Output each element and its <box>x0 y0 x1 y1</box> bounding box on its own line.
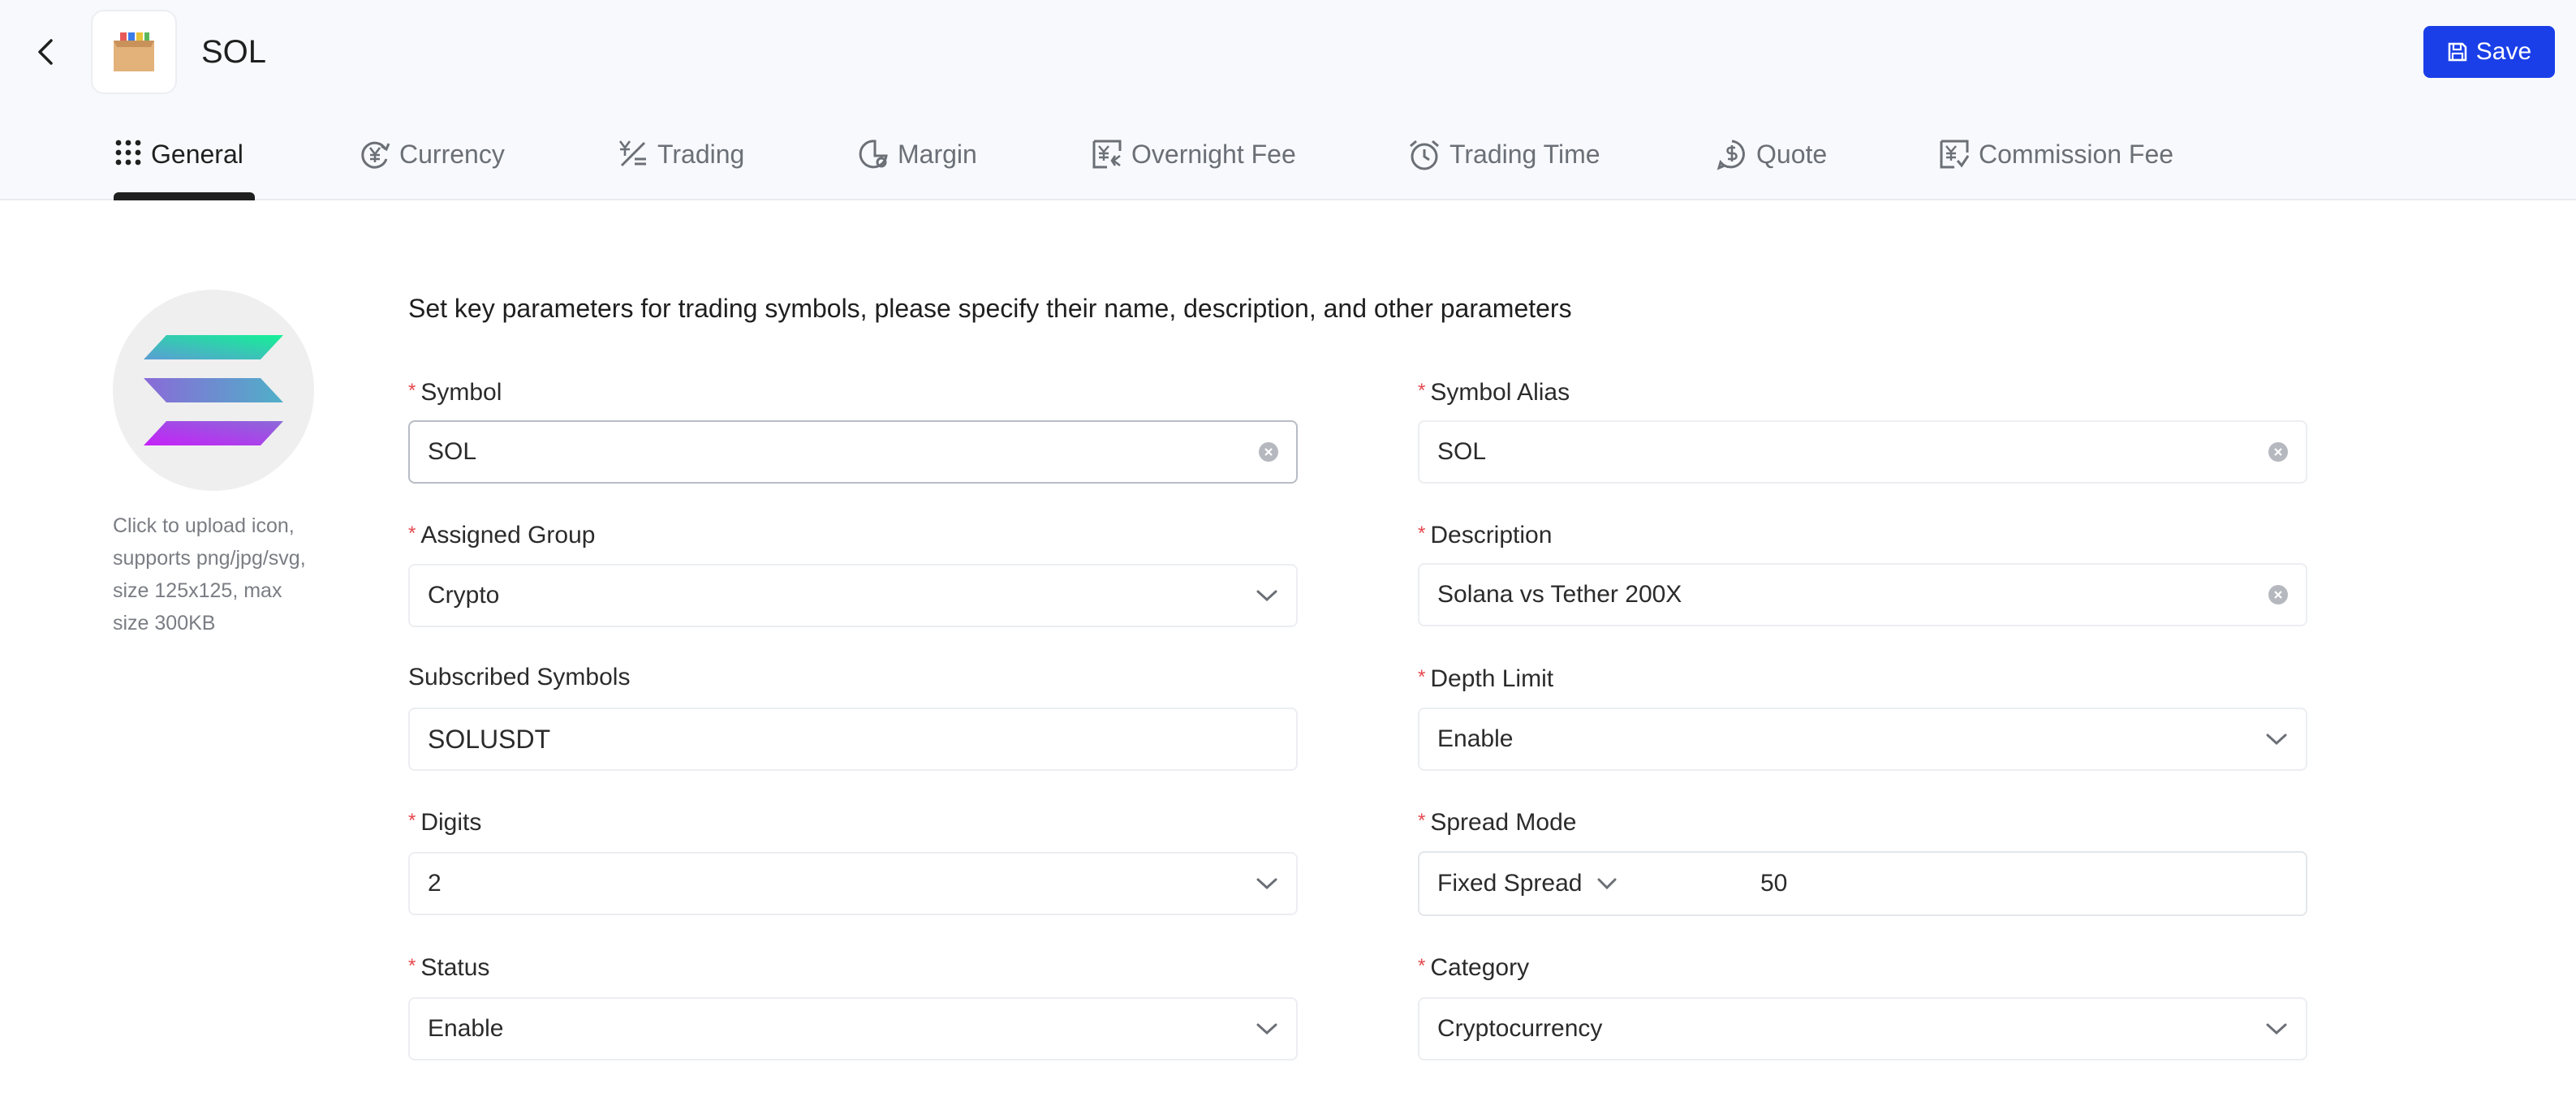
app-icon <box>91 10 177 94</box>
tab-overnight-fee[interactable]: Overnight Fee <box>1091 130 1296 200</box>
active-tab-indicator <box>114 192 255 200</box>
tab-label: Trading <box>657 140 745 169</box>
spread-value-input[interactable]: 50 <box>1744 870 2306 897</box>
tab-commission-fee[interactable]: Commission Fee <box>1938 130 2173 200</box>
spread-mode-select[interactable]: Fixed Spread <box>1419 870 1744 897</box>
tab-label: Trading Time <box>1450 140 1600 169</box>
currency-icon <box>361 141 390 169</box>
save-button[interactable]: Save <box>2423 26 2555 78</box>
alarm-clock-icon <box>1410 140 1439 170</box>
tab-label: General <box>151 140 243 169</box>
back-button[interactable] <box>29 32 62 71</box>
status-label: * Status <box>408 954 490 981</box>
tab-general[interactable]: General <box>114 130 255 200</box>
chevron-down-icon <box>2265 1022 2288 1035</box>
chevron-down-icon <box>1256 589 1278 602</box>
grid-icon <box>115 140 141 166</box>
tab-trading[interactable]: Trading <box>617 130 744 200</box>
overnight-fee-icon <box>1092 140 1122 169</box>
chevron-left-icon <box>38 39 53 65</box>
category-label: * Category <box>1418 954 1530 981</box>
tab-currency[interactable]: Currency <box>359 130 505 200</box>
clear-icon[interactable] <box>2268 585 2288 604</box>
section-title: Set key parameters for trading symbols, … <box>408 294 1572 323</box>
chevron-down-icon <box>2265 733 2288 746</box>
tab-label: Quote <box>1756 140 1828 169</box>
trading-icon <box>618 140 646 167</box>
tab-trading-time[interactable]: Trading Time <box>1407 130 1600 200</box>
box-icon <box>114 32 154 71</box>
description-input[interactable]: Solana vs Tether 200X <box>1418 563 2307 626</box>
tab-label: Commission Fee <box>1979 140 2174 169</box>
digits-select[interactable]: 2 <box>408 852 1298 915</box>
spread-mode-label: * Spread Mode <box>1418 809 1577 836</box>
description-label: * Description <box>1418 522 1553 548</box>
upload-hint: Click to upload icon, supports png/jpg/s… <box>113 514 306 635</box>
symbol-label: * Symbol <box>408 379 502 406</box>
tab-quote[interactable]: Quote <box>1716 130 1827 200</box>
status-select[interactable]: Enable <box>408 997 1298 1060</box>
clear-icon[interactable] <box>2268 442 2288 462</box>
quote-icon <box>1717 140 1745 170</box>
chevron-down-icon <box>1256 1022 1278 1035</box>
depth-limit-select[interactable]: Enable <box>1418 708 2307 771</box>
clear-icon[interactable] <box>1259 442 1278 462</box>
solana-logo-icon <box>144 335 283 445</box>
symbol-alias-label: * Symbol Alias <box>1418 379 1570 406</box>
save-button-label: Save <box>2475 38 2532 65</box>
digits-label: * Digits <box>408 809 482 836</box>
tab-label: Overnight Fee <box>1131 140 1296 169</box>
symbol-input[interactable]: SOL <box>408 420 1298 484</box>
commission-fee-icon <box>1940 140 1970 169</box>
tab-label: Margin <box>898 140 977 169</box>
floppy-disk-icon <box>2448 42 2467 62</box>
symbol-alias-input[interactable]: SOL <box>1418 420 2307 484</box>
category-select[interactable]: Cryptocurrency <box>1418 997 2307 1060</box>
symbol-icon-upload[interactable] <box>113 290 314 491</box>
assigned-group-label: * Assigned Group <box>408 522 596 548</box>
tab-label: Currency <box>399 140 505 169</box>
chevron-down-icon <box>1256 877 1278 890</box>
chevron-down-icon <box>1596 877 1618 890</box>
subscribed-symbols-label: Subscribed Symbols <box>408 664 631 690</box>
page-header: SOL Save General Currency Trading Margin <box>0 0 2576 200</box>
subscribed-symbols-input[interactable]: SOLUSDT <box>408 708 1298 771</box>
depth-limit-label: * Depth Limit <box>1418 665 1554 692</box>
margin-icon <box>859 140 888 169</box>
page-title: SOL <box>201 34 267 70</box>
spread-mode-group: Fixed Spread 50 <box>1418 851 2307 916</box>
assigned-group-select[interactable]: Crypto <box>408 564 1298 627</box>
tab-margin[interactable]: Margin <box>857 130 977 200</box>
